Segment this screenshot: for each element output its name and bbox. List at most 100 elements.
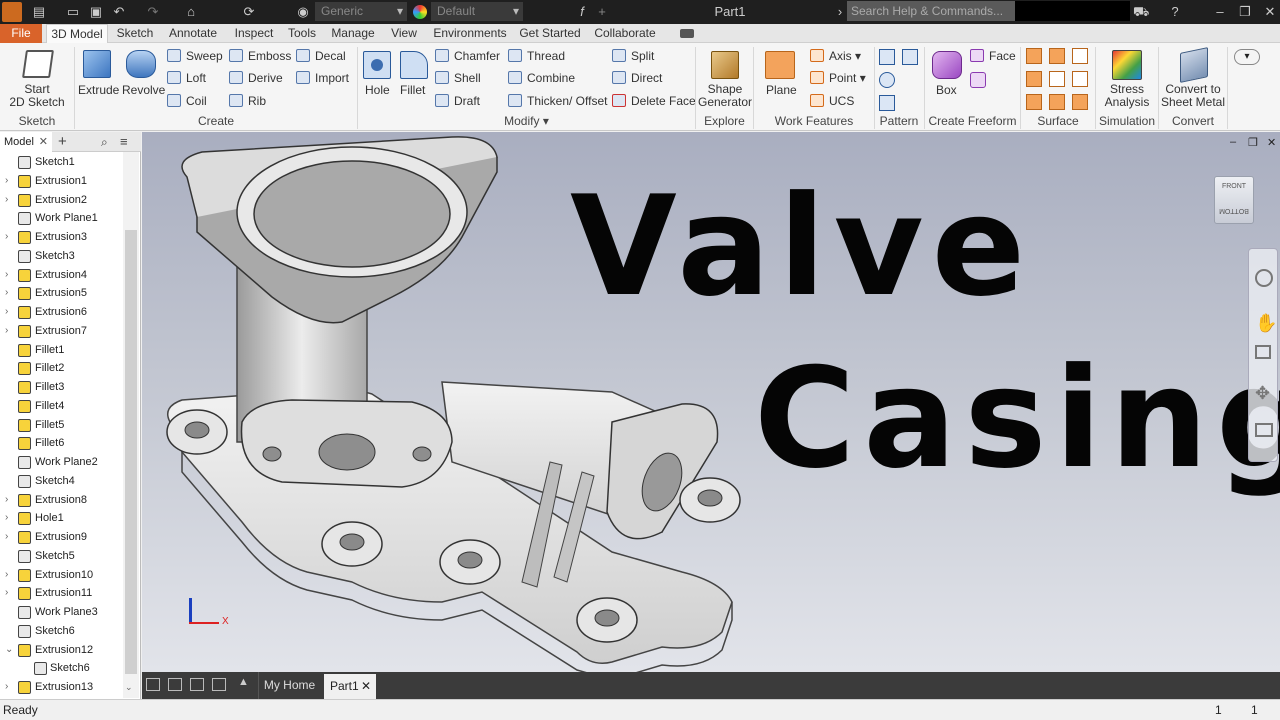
- sweep-button[interactable]: Sweep: [167, 49, 223, 63]
- revolve-button[interactable]: Revolve: [120, 47, 165, 107]
- browser-item[interactable]: Sketch3: [0, 247, 125, 265]
- browser-item[interactable]: Fillet3: [0, 378, 125, 396]
- plane-button[interactable]: Plane: [760, 47, 800, 111]
- replace-face-icon[interactable]: [1072, 71, 1088, 87]
- browser-item[interactable]: Sketch6: [0, 659, 125, 677]
- tile-horizontal-icon[interactable]: [190, 678, 204, 691]
- tile-icon[interactable]: [168, 678, 182, 691]
- browser-item[interactable]: Fillet4: [0, 397, 125, 415]
- ribbon-toggle-icon[interactable]: [680, 29, 694, 38]
- scrollbar[interactable]: ⌄: [123, 152, 139, 698]
- help-icon[interactable]: ?: [1165, 0, 1185, 24]
- cascade-icon[interactable]: [146, 678, 160, 691]
- chevron-right-icon[interactable]: ›: [5, 566, 8, 584]
- browser-item[interactable]: Sketch6: [0, 622, 125, 640]
- menu-icon[interactable]: ≡: [120, 132, 128, 152]
- draft-button[interactable]: Draft: [435, 94, 480, 108]
- viewport-close-icon[interactable]: ✕: [1267, 136, 1276, 149]
- app-logo[interactable]: [2, 2, 22, 22]
- chevron-right-icon[interactable]: ›: [5, 678, 8, 696]
- browser-item[interactable]: Fillet1: [0, 341, 125, 359]
- new-file-icon[interactable]: ▤: [30, 0, 48, 24]
- plus-icon[interactable]: +: [596, 0, 608, 24]
- browser-item[interactable]: Work Plane3: [0, 603, 125, 621]
- appearance-dropdown[interactable]: Default ▾: [431, 2, 523, 21]
- close-icon[interactable]: ✕: [1260, 0, 1280, 24]
- maximize-icon[interactable]: ❐: [1235, 0, 1255, 24]
- tab-view[interactable]: View: [387, 24, 421, 43]
- redo-icon[interactable]: ↷: [144, 0, 162, 24]
- trim-icon[interactable]: [1026, 71, 1042, 87]
- tab-sketch[interactable]: Sketch: [114, 24, 156, 43]
- browser-item[interactable]: › Hole1: [0, 509, 125, 527]
- globe-icon[interactable]: ◉: [295, 0, 311, 24]
- ucs-button[interactable]: UCS: [810, 94, 854, 108]
- face-button[interactable]: Face: [970, 49, 1016, 63]
- chevron-down-icon[interactable]: ⌄: [5, 641, 13, 659]
- repair-icon[interactable]: [1026, 94, 1042, 110]
- tab-environments[interactable]: Environments: [430, 24, 510, 43]
- chevron-right-icon[interactable]: ›: [5, 491, 8, 509]
- thicken-offset-button[interactable]: Thicken/ Offset: [508, 94, 607, 108]
- steering-wheel-icon[interactable]: [1255, 269, 1273, 287]
- chevron-down-icon[interactable]: ⌄: [125, 682, 133, 693]
- tab-3d-model[interactable]: 3D Model: [46, 24, 108, 43]
- extrude-button[interactable]: Extrude: [78, 47, 119, 107]
- open-icon[interactable]: ▭: [64, 0, 82, 24]
- browser-item[interactable]: Sketch4: [0, 472, 125, 490]
- minimize-icon[interactable]: –: [1210, 0, 1230, 24]
- search-input[interactable]: Search Help & Commands...: [847, 1, 1017, 21]
- point-button[interactable]: Point ▾: [810, 71, 866, 85]
- chamfer-button[interactable]: Chamfer: [435, 49, 500, 63]
- browser-item[interactable]: Sketch5: [0, 547, 125, 565]
- cart-icon[interactable]: ⛟: [1133, 0, 1149, 24]
- sketch-pattern-icon[interactable]: [879, 95, 895, 111]
- fit-mesh-icon[interactable]: [1049, 94, 1065, 110]
- browser-item[interactable]: Fillet6: [0, 434, 125, 452]
- zoom-icon[interactable]: [1255, 345, 1271, 359]
- emboss-button[interactable]: Emboss: [229, 49, 291, 63]
- ruled-surface-icon[interactable]: [1072, 94, 1088, 110]
- derive-button[interactable]: Derive: [229, 71, 283, 85]
- chevron-right-icon[interactable]: ›: [5, 191, 8, 209]
- home-icon[interactable]: ⌂: [183, 0, 199, 24]
- undo-icon[interactable]: ↶: [110, 0, 128, 24]
- graphics-window[interactable]: Valve Casing FRONT BOTTOM – ❐ ✕ ✋ ✥ X: [142, 132, 1280, 672]
- coil-button[interactable]: Coil: [167, 94, 207, 108]
- browser-item[interactable]: ⌄ Extrusion12: [0, 641, 125, 659]
- split-button[interactable]: Split: [612, 49, 654, 63]
- tab-tools[interactable]: Tools: [285, 24, 319, 43]
- tab-file[interactable]: File: [0, 24, 42, 43]
- direct-button[interactable]: Direct: [612, 71, 662, 85]
- browser-item[interactable]: › Extrusion11: [0, 584, 125, 602]
- tab-manage[interactable]: Manage: [327, 24, 379, 43]
- chevron-right-icon[interactable]: ›: [5, 509, 8, 527]
- browser-item[interactable]: › Extrusion8: [0, 491, 125, 509]
- browser-item[interactable]: › Extrusion4: [0, 266, 125, 284]
- mirror-icon[interactable]: [902, 49, 918, 65]
- chevron-right-icon[interactable]: ›: [5, 172, 8, 190]
- viewcube[interactable]: FRONT BOTTOM: [1214, 176, 1254, 224]
- browser-item[interactable]: › Extrusion1: [0, 172, 125, 190]
- browser-item[interactable]: Fillet5: [0, 416, 125, 434]
- material-dropdown[interactable]: Generic ▾: [315, 2, 407, 21]
- arrange-up-icon[interactable]: ▲: [238, 676, 249, 688]
- browser-item[interactable]: › Extrusion9: [0, 528, 125, 546]
- tab-part1[interactable]: Part1 ✕: [324, 674, 376, 699]
- browser-item[interactable]: › Extrusion7: [0, 322, 125, 340]
- scrollbar-thumb[interactable]: [125, 230, 137, 674]
- start-sketch-button[interactable]: Start 2D Sketch: [4, 47, 70, 111]
- chevron-right-icon[interactable]: ›: [835, 0, 845, 24]
- tab-collaborate[interactable]: Collaborate: [590, 24, 660, 43]
- tab-my-home[interactable]: My Home: [258, 672, 320, 699]
- chevron-right-icon[interactable]: ›: [5, 284, 8, 302]
- rect-pattern-icon[interactable]: [879, 49, 895, 65]
- tab-annotate[interactable]: Annotate: [164, 24, 222, 43]
- chevron-right-icon[interactable]: ›: [5, 303, 8, 321]
- browser-item[interactable]: › Extrusion3: [0, 228, 125, 246]
- axis-button[interactable]: Axis ▾: [810, 49, 861, 63]
- freeform-convert-icon[interactable]: [970, 72, 986, 88]
- thread-button[interactable]: Thread: [508, 49, 565, 63]
- patch-icon[interactable]: [1072, 48, 1088, 64]
- browser-item[interactable]: Work Plane2: [0, 453, 125, 471]
